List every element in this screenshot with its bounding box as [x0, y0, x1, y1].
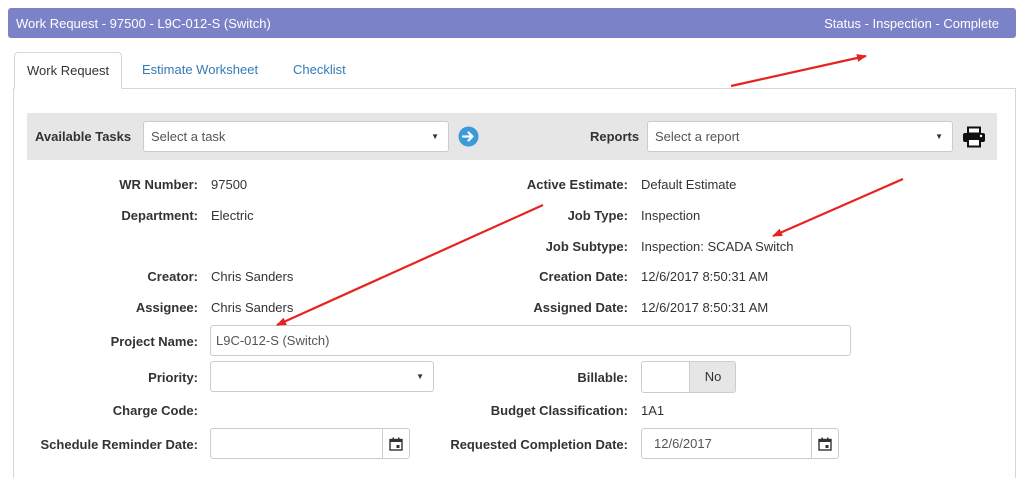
wr-number-value: 97500 [211, 177, 248, 192]
chevron-down-icon: ▼ [431, 132, 439, 141]
active-estimate-value: Default Estimate [641, 177, 737, 192]
report-select-value: Select a report [655, 129, 740, 144]
requested-completion-date-label: Requested Completion Date: [450, 437, 628, 452]
printer-icon[interactable] [962, 126, 986, 148]
status-text: Status - Inspection - Complete [824, 16, 999, 31]
available-tasks-label: Available Tasks [35, 129, 132, 144]
wr-number-label: WR Number: [119, 177, 198, 192]
department-value: Electric [211, 208, 254, 223]
billable-toggle-state: No [689, 362, 735, 392]
requested-completion-date-input[interactable]: 12/6/2017 [641, 428, 813, 459]
billable-label: Billable: [577, 370, 628, 385]
creator-value: Chris Sanders [211, 269, 294, 284]
creation-date-label: Creation Date: [539, 269, 628, 284]
circle-arrow-right-icon[interactable] [458, 126, 479, 147]
budget-classification-value: 1A1 [641, 403, 665, 418]
creator-label: Creator: [147, 269, 198, 284]
job-type-value: Inspection [641, 208, 701, 223]
window-title-bar: Work Request - 97500 - L9C-012-S (Switch… [8, 8, 1016, 38]
window-title: Work Request - 97500 - L9C-012-S (Switch… [16, 16, 271, 31]
schedule-reminder-calendar-button[interactable] [382, 428, 410, 459]
annotation-arrow [730, 54, 867, 88]
assignee-value: Chris Sanders [211, 300, 294, 315]
assignee-label: Assignee: [135, 300, 198, 315]
tab-checklist[interactable]: Checklist [293, 52, 346, 89]
chevron-down-icon: ▼ [935, 132, 943, 141]
job-subtype-label: Job Subtype: [545, 239, 628, 254]
task-select-value: Select a task [151, 129, 226, 144]
job-type-label: Job Type: [567, 208, 628, 223]
creation-date-value: 12/6/2017 8:50:31 AM [641, 269, 769, 284]
budget-classification-label: Budget Classification: [490, 403, 628, 418]
charge-code-label: Charge Code: [112, 403, 198, 418]
assigned-date-label: Assigned Date: [533, 300, 628, 315]
priority-select[interactable]: ▼ [210, 361, 434, 392]
billable-toggle[interactable]: No [641, 361, 736, 393]
assigned-date-value: 12/6/2017 8:50:31 AM [641, 300, 769, 315]
priority-label: Priority: [148, 370, 198, 385]
reports-label: Reports [590, 129, 640, 144]
calendar-icon [389, 437, 403, 451]
project-name-input[interactable]: L9C-012-S (Switch) [210, 325, 851, 356]
calendar-icon [818, 437, 832, 451]
schedule-reminder-date-input[interactable] [210, 428, 384, 459]
chevron-down-icon: ▼ [416, 372, 424, 381]
department-label: Department: [121, 208, 198, 223]
task-select[interactable]: Select a task ▼ [143, 121, 449, 152]
tab-estimate-worksheet[interactable]: Estimate Worksheet [142, 52, 258, 89]
report-select[interactable]: Select a report ▼ [647, 121, 953, 152]
tab-work-request[interactable]: Work Request [14, 52, 123, 89]
job-subtype-value: Inspection: SCADA Switch [641, 239, 794, 254]
project-name-label: Project Name: [110, 334, 198, 349]
active-estimate-label: Active Estimate: [526, 177, 628, 192]
requested-completion-calendar-button[interactable] [811, 428, 839, 459]
schedule-reminder-date-label: Schedule Reminder Date: [40, 437, 199, 452]
